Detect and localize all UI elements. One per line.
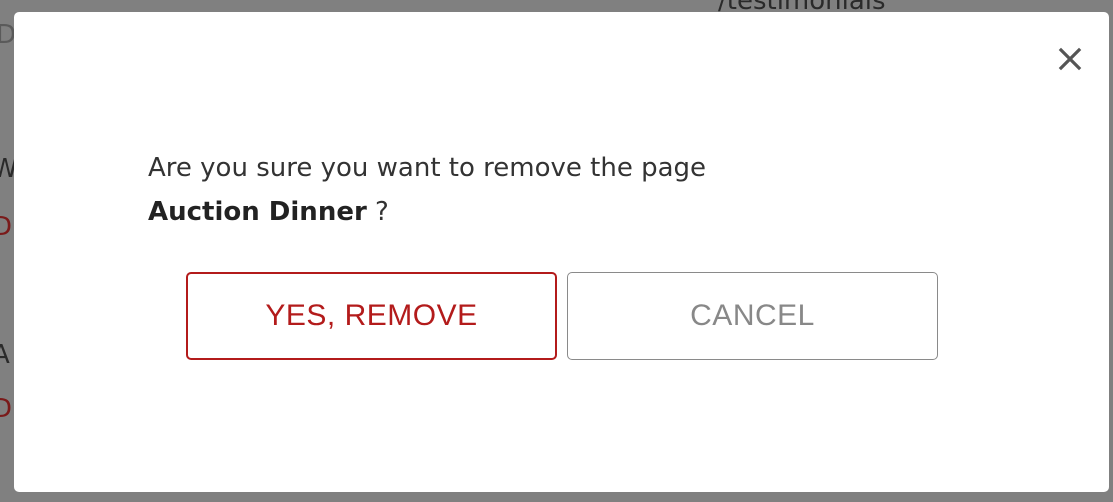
close-button[interactable] <box>1051 40 1089 78</box>
cancel-button[interactable]: CANCEL <box>567 272 938 360</box>
background-fragment: D <box>0 212 13 242</box>
dialog-actions: YES, REMOVE CANCEL <box>186 272 938 360</box>
background-fragment: A <box>0 340 10 370</box>
message-prefix: Are you sure you want to remove the page <box>148 153 707 183</box>
confirm-message: Are you sure you want to remove the page… <box>148 146 1048 234</box>
background-fragment: D <box>0 394 13 424</box>
page-name: Auction Dinner <box>148 197 367 227</box>
confirm-remove-dialog: Are you sure you want to remove the page… <box>14 12 1109 492</box>
close-icon <box>1058 47 1082 71</box>
message-suffix: ? <box>366 197 389 227</box>
yes-remove-button[interactable]: YES, REMOVE <box>186 272 557 360</box>
